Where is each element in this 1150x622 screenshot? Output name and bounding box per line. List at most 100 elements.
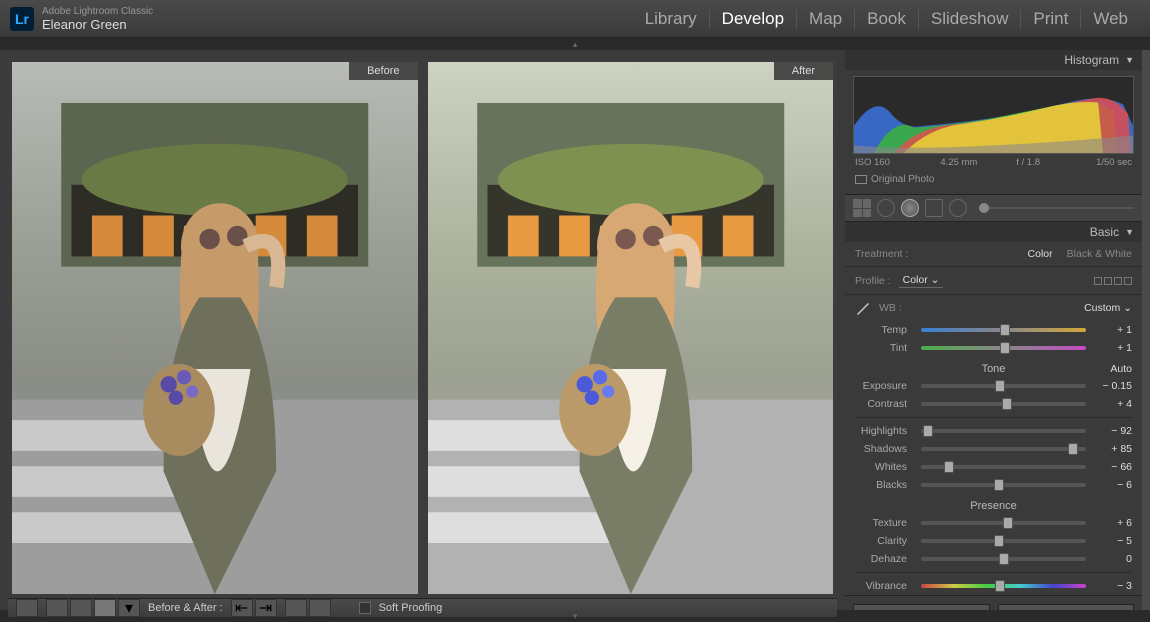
module-map[interactable]: Map <box>797 9 855 29</box>
before-after-views: Before <box>8 58 837 598</box>
temp-slider[interactable] <box>921 328 1086 332</box>
exposure-slider[interactable] <box>921 384 1086 388</box>
profile-dropdown[interactable]: Color ⌄ <box>899 273 944 288</box>
copy-group <box>285 599 331 617</box>
compare-split-button[interactable] <box>94 599 116 617</box>
top-panel-handle[interactable]: ▴ <box>0 38 1150 50</box>
app-logo: Lr <box>10 7 34 31</box>
copy-before-button[interactable] <box>285 599 307 617</box>
histogram-graph[interactable] <box>853 76 1134 154</box>
iso-value: ISO 160 <box>855 157 924 168</box>
swap-group: ⇤ ⇥ <box>231 599 277 617</box>
histogram-header[interactable]: Histogram ▼ <box>845 50 1142 70</box>
after-label: After <box>774 62 833 80</box>
after-photo <box>428 62 834 594</box>
app-identity: Adobe Lightroom Classic Eleanor Green <box>42 6 153 32</box>
eyedropper-icon[interactable] <box>855 300 871 316</box>
texture-value[interactable]: + 6 <box>1092 517 1132 529</box>
chevron-down-icon: ▼ <box>1125 55 1134 65</box>
after-view[interactable]: After <box>428 62 834 594</box>
tint-slider[interactable] <box>921 346 1086 350</box>
module-web[interactable]: Web <box>1081 9 1140 29</box>
tint-slider-row: Tint + 1 <box>845 339 1142 357</box>
aperture-value: f / 1.8 <box>994 157 1063 168</box>
redeye-tool-button[interactable] <box>925 199 943 217</box>
highlights-slider[interactable] <box>921 429 1086 433</box>
module-library[interactable]: Library <box>633 9 710 29</box>
temp-slider-row: Temp + 1 <box>845 321 1142 339</box>
compare-split2-button[interactable]: ▾ <box>118 599 140 617</box>
shutter-value: 1/50 sec <box>1063 157 1132 168</box>
crop-tool-button[interactable] <box>853 199 871 217</box>
highlights-slider-row: Highlights − 92 <box>845 422 1142 440</box>
contrast-slider-row: Contrast + 4 <box>845 395 1142 413</box>
texture-slider[interactable] <box>921 521 1086 525</box>
topbar: Lr Adobe Lightroom Classic Eleanor Green… <box>0 0 1150 38</box>
dehaze-value[interactable]: 0 <box>1092 553 1132 565</box>
blacks-slider-row: Blacks − 6 <box>845 476 1142 494</box>
basic-header[interactable]: Basic ▼ <box>845 222 1142 242</box>
auto-tone-button[interactable]: Auto <box>1110 363 1132 375</box>
spot-tool-button[interactable] <box>877 199 895 217</box>
clarity-slider[interactable] <box>921 539 1086 543</box>
loupe-view-button[interactable] <box>16 599 38 617</box>
chevron-down-icon: ▼ <box>1125 227 1134 237</box>
presence-section: Presence <box>845 494 1142 514</box>
wb-row: WB : Custom ⌄ <box>845 295 1142 321</box>
exposure-slider-row: Exposure − 0.15 <box>845 377 1142 395</box>
tint-value[interactable]: + 1 <box>1092 342 1132 354</box>
right-scrollbar[interactable] <box>1142 50 1150 610</box>
compare-lr-button[interactable] <box>46 599 68 617</box>
module-print[interactable]: Print <box>1021 9 1081 29</box>
histogram-meta: ISO 160 4.25 mm f / 1.8 1/50 sec <box>853 154 1134 171</box>
swap-right-button[interactable]: ⇥ <box>255 599 277 617</box>
before-after-label: Before & After : <box>148 602 223 614</box>
tone-section: Tone Auto <box>845 357 1142 377</box>
shadows-slider-row: Shadows + 85 <box>845 440 1142 458</box>
dehaze-slider[interactable] <box>921 557 1086 561</box>
shadows-value[interactable]: + 85 <box>1092 443 1132 455</box>
photo-icon <box>855 175 867 184</box>
temp-value[interactable]: + 1 <box>1092 324 1132 336</box>
copy-after-button[interactable] <box>309 599 331 617</box>
texture-slider-row: Texture + 6 <box>845 514 1142 532</box>
treatment-color[interactable]: Color <box>1028 248 1053 260</box>
swap-left-button[interactable]: ⇤ <box>231 599 253 617</box>
shadows-slider[interactable] <box>921 447 1086 451</box>
reset-button[interactable]: Reset <box>998 604 1135 610</box>
compare-mode-group: ▾ <box>46 599 140 617</box>
exposure-value[interactable]: − 0.15 <box>1092 380 1132 392</box>
app-title: Adobe Lightroom Classic <box>42 6 153 17</box>
before-view[interactable]: Before <box>12 62 418 594</box>
module-book[interactable]: Book <box>855 9 919 29</box>
treatment-row: Treatment : Color Black & White <box>845 242 1142 267</box>
treatment-bw[interactable]: Black & White <box>1067 248 1132 260</box>
right-panel: Histogram ▼ ISO 160 4.25 mm <box>845 50 1150 610</box>
basic-panel: Treatment : Color Black & White Profile … <box>845 242 1142 595</box>
module-slideshow[interactable]: Slideshow <box>919 9 1022 29</box>
profile-browser-button[interactable] <box>1094 277 1132 285</box>
previous-button[interactable]: Previous <box>853 604 990 610</box>
clarity-slider-row: Clarity − 5 <box>845 532 1142 550</box>
highlights-value[interactable]: − 92 <box>1092 425 1132 437</box>
soft-proofing-label: Soft Proofing <box>379 602 443 614</box>
whites-value[interactable]: − 66 <box>1092 461 1132 473</box>
wb-dropdown[interactable]: Custom ⌄ <box>1084 302 1132 314</box>
contrast-slider[interactable] <box>921 402 1086 406</box>
contrast-value[interactable]: + 4 <box>1092 398 1132 410</box>
blacks-slider[interactable] <box>921 483 1086 487</box>
clarity-value[interactable]: − 5 <box>1092 535 1132 547</box>
dehaze-slider-row: Dehaze 0 <box>845 550 1142 568</box>
original-photo-row[interactable]: Original Photo <box>853 171 1134 188</box>
before-photo <box>12 62 418 594</box>
module-develop[interactable]: Develop <box>710 9 797 29</box>
whites-slider[interactable] <box>921 465 1086 469</box>
vibrance-value[interactable]: − 3 <box>1092 580 1132 592</box>
tool-size-slider[interactable] <box>979 207 1134 209</box>
gradient-tool-button[interactable] <box>949 199 967 217</box>
compare-tb-button[interactable] <box>70 599 92 617</box>
vibrance-slider[interactable] <box>921 584 1086 588</box>
blacks-value[interactable]: − 6 <box>1092 479 1132 491</box>
mask-tool-button[interactable] <box>901 199 919 217</box>
soft-proofing-checkbox[interactable] <box>359 602 371 614</box>
